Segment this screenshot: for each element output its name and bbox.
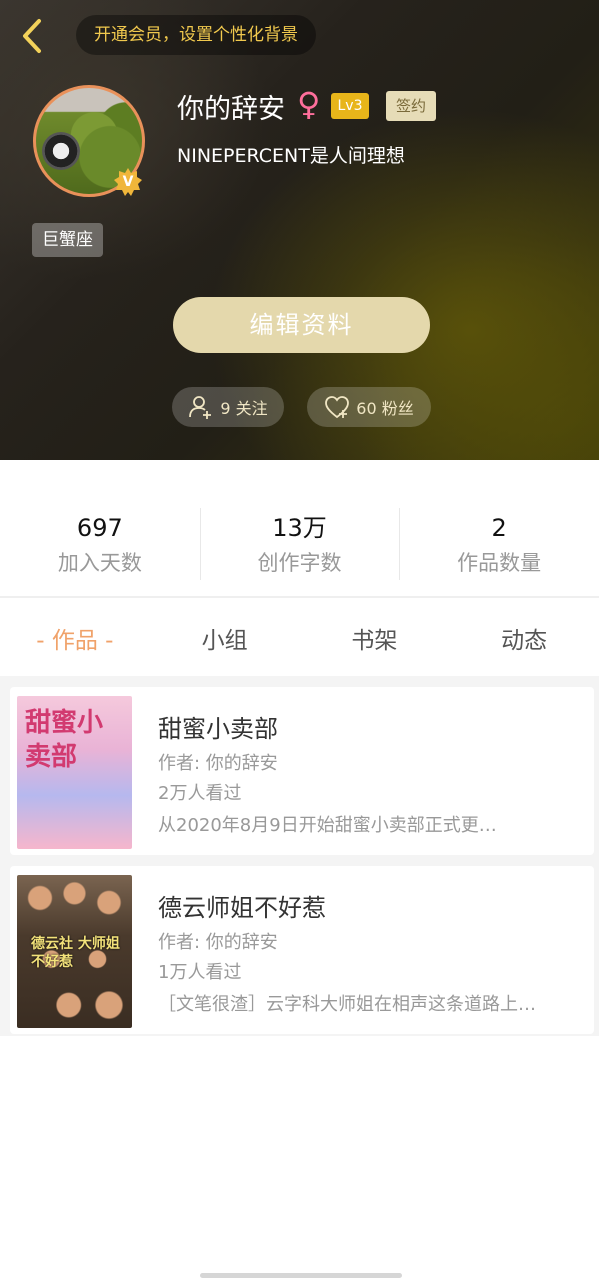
zodiac-tag: 巨蟹座	[32, 223, 103, 257]
book-description: 从2020年8月9日开始甜蜜小卖部正式更…	[158, 815, 497, 836]
tab-bookshelf[interactable]: 书架	[300, 621, 450, 655]
heart-icon	[325, 396, 350, 419]
cover-title-text: 德云社 大师姐不好惹	[31, 936, 120, 970]
stat-words-written: 13万 创作字数	[199, 488, 400, 598]
book-author: 作者: 你的辞安	[158, 753, 278, 774]
book-description: ［文笔很渣］云字科大师姐在相声这条道路上…	[158, 994, 536, 1015]
stat-label: 作品数量	[457, 551, 542, 575]
edit-profile-button[interactable]: 编辑资料	[173, 297, 430, 353]
stat-value: 13万	[272, 514, 327, 542]
tab-groups[interactable]: 小组	[150, 621, 300, 655]
profile-header: 开通会员，设置个性化背景 V 你的辞安 ♀ Lv3 签约 NINEPERCENT…	[0, 0, 599, 460]
tab-activity[interactable]: 动态	[449, 621, 599, 655]
level-badge: Lv3	[331, 93, 369, 119]
stats-row: 697 加入天数 13万 创作字数 2 作品数量	[0, 488, 599, 598]
cover-title-text: 甜蜜小卖部	[25, 708, 104, 772]
book-author: 作者: 你的辞安	[158, 932, 278, 953]
following-button[interactable]: 9 关注	[172, 387, 284, 427]
stat-works-count: 2 作品数量	[399, 488, 599, 598]
username: 你的辞安	[177, 94, 285, 125]
female-icon: ♀	[297, 85, 321, 123]
stat-label: 创作字数	[257, 551, 342, 575]
fans-count: 60 粉丝	[356, 399, 414, 418]
book-cover: 德云社 大师姐不好惹	[17, 875, 132, 1028]
book-title: 甜蜜小卖部	[158, 715, 278, 743]
book-card[interactable]: 甜蜜小卖部 甜蜜小卖部 作者: 你的辞安 2万人看过 从2020年8月9日开始甜…	[10, 687, 594, 855]
verified-badge-icon: V	[113, 167, 143, 197]
book-title: 德云师姐不好惹	[158, 894, 326, 922]
tab-works[interactable]: - 作品 -	[0, 621, 150, 655]
stat-value: 2	[491, 514, 507, 542]
back-button[interactable]	[14, 16, 50, 56]
add-user-icon	[189, 396, 212, 419]
vip-background-prompt[interactable]: 开通会员，设置个性化背景	[76, 15, 316, 55]
stat-label: 加入天数	[57, 551, 142, 575]
chevron-left-icon	[23, 19, 41, 53]
home-indicator[interactable]	[200, 1273, 402, 1278]
avatar-photo-detail	[42, 132, 80, 170]
book-reads: 1万人看过	[158, 962, 242, 983]
profile-tabs: - 作品 - 小组 书架 动态	[0, 600, 599, 676]
section-divider	[0, 596, 599, 598]
book-card[interactable]: 德云社 大师姐不好惹 德云师姐不好惹 作者: 你的辞安 1万人看过 ［文笔很渣］…	[10, 866, 594, 1034]
verified-letter: V	[122, 174, 134, 190]
following-count: 9 关注	[220, 399, 268, 418]
book-reads: 2万人看过	[158, 783, 242, 804]
stat-value: 697	[76, 514, 123, 542]
signed-badge: 签约	[386, 91, 436, 121]
stat-days-joined: 697 加入天数	[0, 488, 200, 598]
user-bio: NINEPERCENT是人间理想	[177, 145, 405, 167]
fans-button[interactable]: 60 粉丝	[307, 387, 431, 427]
book-cover: 甜蜜小卖部	[17, 696, 132, 849]
